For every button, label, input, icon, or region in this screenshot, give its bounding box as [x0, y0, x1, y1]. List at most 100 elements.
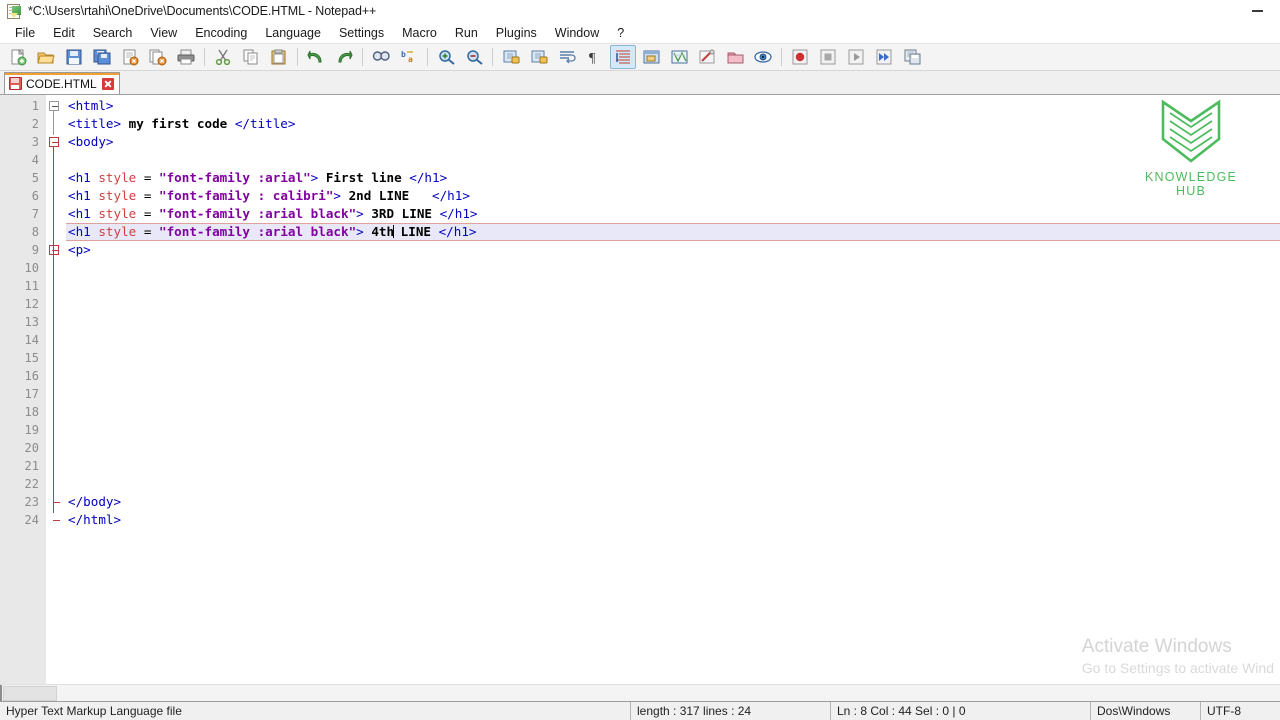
function-list-icon[interactable]	[694, 45, 720, 69]
fold-row[interactable]	[46, 115, 66, 133]
fold-toggle-icon[interactable]	[49, 245, 59, 255]
code-line[interactable]	[66, 349, 1280, 367]
monitoring-icon[interactable]	[750, 45, 776, 69]
redo-icon[interactable]	[331, 45, 357, 69]
sync-vertical-scroll-icon[interactable]	[498, 45, 524, 69]
menu-help[interactable]: ?	[608, 24, 633, 42]
macro-play-icon[interactable]	[843, 45, 869, 69]
document-map-icon[interactable]	[666, 45, 692, 69]
editor-tab-code-html[interactable]: CODE.HTML	[4, 72, 120, 94]
print-icon[interactable]	[173, 45, 199, 69]
menu-plugins[interactable]: Plugins	[487, 24, 546, 42]
fold-row[interactable]	[46, 223, 66, 241]
fold-row[interactable]	[46, 295, 66, 313]
fold-row[interactable]	[46, 151, 66, 169]
code-line[interactable]	[66, 331, 1280, 349]
macro-save-icon[interactable]	[899, 45, 925, 69]
code-line[interactable]: <title> my first code </title>	[66, 115, 1280, 133]
save-icon[interactable]	[61, 45, 87, 69]
tab-close-icon[interactable]	[101, 77, 114, 90]
fold-row[interactable]	[46, 277, 66, 295]
code-line[interactable]: </body>	[66, 493, 1280, 511]
fold-row[interactable]	[46, 403, 66, 421]
word-wrap-icon[interactable]	[554, 45, 580, 69]
code-line[interactable]	[66, 367, 1280, 385]
fold-row[interactable]	[46, 421, 66, 439]
cut-icon[interactable]	[210, 45, 236, 69]
minimize-button[interactable]	[1235, 0, 1280, 22]
copy-icon[interactable]	[238, 45, 264, 69]
fold-row[interactable]	[46, 97, 66, 115]
macro-record-icon[interactable]	[787, 45, 813, 69]
code-line[interactable]	[66, 277, 1280, 295]
code-line[interactable]	[66, 439, 1280, 457]
fold-row[interactable]	[46, 439, 66, 457]
horizontal-scrollbar[interactable]	[0, 684, 1280, 701]
code-text-area[interactable]: <html> <title> my first code </title> <bod…	[66, 95, 1280, 684]
code-line[interactable]	[66, 457, 1280, 475]
find-icon[interactable]	[368, 45, 394, 69]
fold-toggle-icon[interactable]	[49, 101, 59, 111]
menu-edit[interactable]: Edit	[44, 24, 84, 42]
code-line[interactable]: <html>	[66, 97, 1280, 115]
code-line[interactable]: <h1 style = "font-family :arial"> First …	[66, 169, 1280, 187]
menu-search[interactable]: Search	[84, 24, 142, 42]
fold-row[interactable]	[46, 385, 66, 403]
fold-row[interactable]	[46, 511, 66, 529]
menu-encoding[interactable]: Encoding	[186, 24, 256, 42]
menu-run[interactable]: Run	[446, 24, 487, 42]
fold-row[interactable]	[46, 475, 66, 493]
menu-view[interactable]: View	[141, 24, 186, 42]
fold-row[interactable]	[46, 241, 66, 259]
user-defined-dialog-icon[interactable]	[638, 45, 664, 69]
menu-macro[interactable]: Macro	[393, 24, 446, 42]
fold-row[interactable]	[46, 331, 66, 349]
fold-row[interactable]	[46, 313, 66, 331]
code-line[interactable]	[66, 475, 1280, 493]
horizontal-scrollbar-thumb[interactable]	[3, 686, 57, 701]
editor-area[interactable]: 1 2 3 4 5 6 7 8 9 10 11 12 13 14 15 16 17 18 19 20 21 22 23 24 …	[0, 95, 1280, 684]
macro-stop-icon[interactable]	[815, 45, 841, 69]
code-line[interactable]: <h1 style = "font-family :arial black"> …	[66, 205, 1280, 223]
fold-row[interactable]	[46, 349, 66, 367]
indent-guide-icon[interactable]	[610, 45, 636, 69]
code-line[interactable]	[66, 403, 1280, 421]
close-file-icon[interactable]	[117, 45, 143, 69]
replace-icon[interactable]: ba	[396, 45, 422, 69]
code-line[interactable]	[66, 151, 1280, 169]
fold-toggle-icon[interactable]	[49, 137, 59, 147]
menu-language[interactable]: Language	[256, 24, 330, 42]
open-file-icon[interactable]	[33, 45, 59, 69]
undo-icon[interactable]	[303, 45, 329, 69]
code-line[interactable]	[66, 313, 1280, 331]
zoom-out-icon[interactable]	[461, 45, 487, 69]
code-line[interactable]	[66, 385, 1280, 403]
zoom-in-icon[interactable]	[433, 45, 459, 69]
fold-row[interactable]	[46, 133, 66, 151]
show-all-characters-icon[interactable]: ¶	[582, 45, 608, 69]
menu-file[interactable]: File	[6, 24, 44, 42]
code-line[interactable]: <body>	[66, 133, 1280, 151]
save-all-icon[interactable]	[89, 45, 115, 69]
menu-settings[interactable]: Settings	[330, 24, 393, 42]
fold-margin[interactable]	[46, 95, 66, 684]
code-line-current[interactable]: <h1 style = "font-family :arial black"> …	[66, 223, 1280, 241]
fold-row[interactable]	[46, 205, 66, 223]
fold-row[interactable]	[46, 259, 66, 277]
folder-as-workspace-icon[interactable]	[722, 45, 748, 69]
fold-row[interactable]	[46, 493, 66, 511]
fold-row[interactable]	[46, 169, 66, 187]
fold-row[interactable]	[46, 187, 66, 205]
paste-icon[interactable]	[266, 45, 292, 69]
sync-horizontal-scroll-icon[interactable]	[526, 45, 552, 69]
close-all-icon[interactable]	[145, 45, 171, 69]
code-line[interactable]	[66, 259, 1280, 277]
code-line[interactable]: <p>	[66, 241, 1280, 259]
macro-play-multiple-icon[interactable]	[871, 45, 897, 69]
code-line[interactable]: <h1 style = "font-family : calibri"> 2nd…	[66, 187, 1280, 205]
new-file-icon[interactable]	[5, 45, 31, 69]
menu-window[interactable]: Window	[546, 24, 608, 42]
fold-row[interactable]	[46, 457, 66, 475]
code-line[interactable]	[66, 295, 1280, 313]
code-line[interactable]: </html>	[66, 511, 1280, 529]
